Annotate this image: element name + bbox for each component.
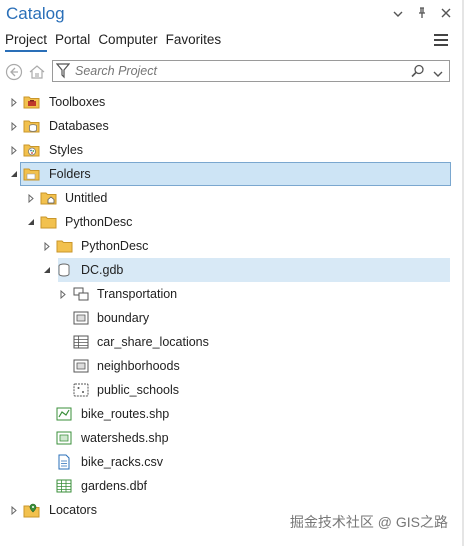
tree-item-label: DC.gdb [81,263,124,277]
tree-item-pythondesc-sub[interactable]: PythonDesc [0,234,450,258]
tree-item-dc-gdb[interactable]: DC.gdb [44,258,450,282]
tree-item-label: PythonDesc [81,239,149,253]
locators-folder-icon [22,502,40,518]
chevron-down-icon[interactable] [392,7,404,22]
expand-arrow-icon[interactable] [26,193,36,203]
tree-item-transportation[interactable]: Transportation [0,282,450,306]
table-icon [72,334,90,350]
search-icon[interactable] [411,64,425,83]
pane-title: Catalog [6,4,65,23]
catalog-toolbar [4,61,50,83]
tree-item-label: watersheds.shp [81,431,169,445]
collapse-arrow-icon[interactable] [26,217,36,227]
polygon-shapefile-icon [55,430,73,446]
point-feature-class-icon [72,382,90,398]
tree-item-label: car_share_locations [97,335,209,349]
geodatabase-icon [55,262,73,278]
tree-item-watersheds[interactable]: watersheds.shp [0,426,450,450]
tab-favorites[interactable]: Favorites [166,31,222,52]
expand-arrow-icon[interactable] [58,289,68,299]
tree-item-label: bike_routes.shp [81,407,170,421]
tree-item-label: Untitled [65,191,108,205]
text-file-icon [55,454,73,470]
expand-arrow-icon[interactable] [9,97,19,107]
tree-item-gardens[interactable]: gardens.dbf [0,474,450,498]
catalog-tabs: Project Portal Computer Favorites [5,31,229,52]
tree-item-label: Transportation [97,287,178,301]
tree-item-label: gardens.dbf [81,479,148,493]
folder-icon [39,214,57,230]
tab-project[interactable]: Project [5,31,48,52]
tree-item-label: Toolboxes [49,95,106,109]
tree-item-label: Folders [49,167,91,181]
tree-item-label: bike_racks.csv [81,455,163,469]
tree-item-label: neighborhoods [97,359,180,373]
home-icon [29,65,45,79]
expand-arrow-icon[interactable] [9,505,19,515]
line-shapefile-icon [55,406,73,422]
tree-item-styles[interactable]: Styles [0,138,450,162]
search-options-chevron-icon[interactable] [433,65,443,83]
back-button[interactable] [4,62,24,82]
pane-controls [392,7,452,22]
watermark-text: 掘金技术社区 @ GIS之路 [289,514,448,530]
tree-item-label: Databases [49,119,109,133]
tree-item-public-schools[interactable]: public_schools [0,378,450,402]
tree-item-label: boundary [97,311,150,325]
collapse-arrow-icon[interactable] [42,265,52,275]
toolbox-folder-icon [22,94,40,110]
folders-icon [22,166,40,182]
folder-icon [55,238,73,254]
database-folder-icon [22,118,40,134]
expand-arrow-icon[interactable] [42,241,52,251]
search-box[interactable] [52,60,450,82]
tab-computer[interactable]: Computer [98,31,157,52]
tree-item-label: Styles [49,143,84,157]
tree-item-bike-racks[interactable]: bike_racks.csv [0,450,450,474]
polygon-feature-class-icon [72,310,90,326]
styles-folder-icon [22,142,40,158]
expand-arrow-icon[interactable] [9,145,19,155]
hamburger-menu-icon[interactable] [434,34,448,46]
tree-item-neighborhoods[interactable]: neighborhoods [0,354,450,378]
project-home-folder-icon [39,190,57,206]
tree-item-databases[interactable]: Databases [0,114,450,138]
tree-item-toolboxes[interactable]: Toolboxes [0,90,450,114]
dbf-table-icon [55,478,73,494]
back-arrow-icon [5,63,23,81]
tree-item-pythondesc[interactable]: PythonDesc [0,210,450,234]
tab-portal[interactable]: Portal [55,31,90,52]
tree-item-untitled[interactable]: Untitled [0,186,450,210]
tree-item-label: public_schools [97,383,179,397]
expand-arrow-icon[interactable] [9,121,19,131]
filter-icon[interactable] [55,63,71,84]
home-button[interactable] [27,62,47,82]
tree-item-label: Locators [49,503,97,517]
feature-dataset-icon [72,286,90,302]
catalog-pane: Catalog Project Portal Computer Favorite… [0,0,464,546]
collapse-arrow-icon[interactable] [9,169,19,179]
tree-item-folders[interactable]: Folders [11,162,451,186]
pin-icon[interactable] [416,7,428,22]
tree-item-boundary[interactable]: boundary [0,306,450,330]
tree-item-car-share-locations[interactable]: car_share_locations [0,330,450,354]
polygon-feature-class-icon [72,358,90,374]
tree-item-bike-routes[interactable]: bike_routes.shp [0,402,450,426]
close-icon[interactable] [440,7,452,22]
tree-item-label: PythonDesc [65,215,133,229]
search-input[interactable] [75,63,395,79]
